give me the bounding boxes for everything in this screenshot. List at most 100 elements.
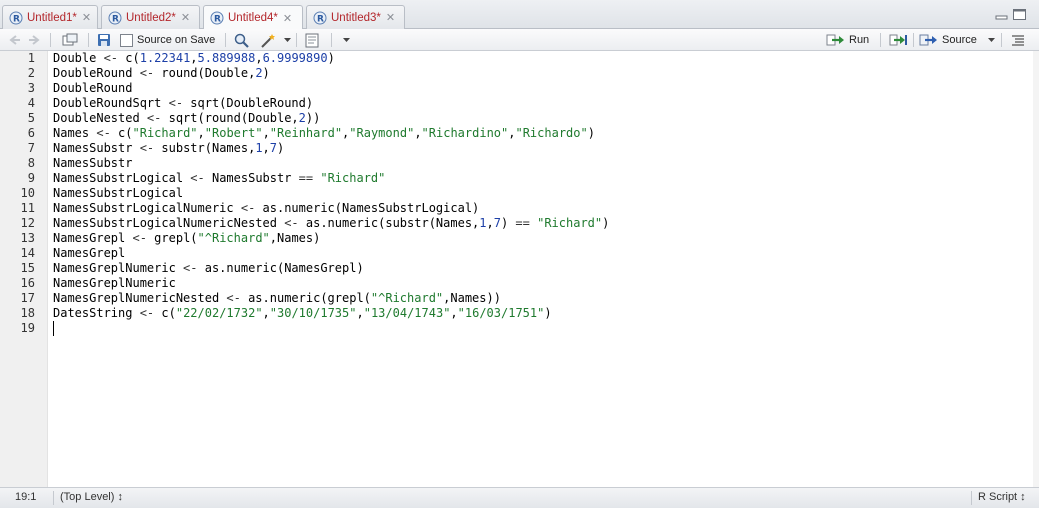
- code-token: 5.889988: [197, 51, 256, 65]
- code-token: <-: [139, 306, 162, 320]
- tab-bar: R Untitled1* ✕ R Untitled2* ✕ R Untitled…: [0, 0, 1039, 30]
- save-icon[interactable]: [97, 32, 111, 48]
- code-token: <-: [284, 216, 306, 230]
- line-number: 3: [27, 81, 35, 95]
- code-token: Double: [53, 51, 104, 65]
- r-file-icon: R: [108, 11, 122, 25]
- rerun-icon[interactable]: [889, 32, 909, 48]
- code-token: ,: [262, 126, 270, 140]
- maximize-pane-icon[interactable]: [1013, 9, 1026, 20]
- tab-untitled3[interactable]: R Untitled3* ✕: [306, 5, 405, 29]
- code-token: substr(Names,: [161, 141, 256, 155]
- code-line[interactable]: NamesSubstr <- substr(Names,1,7): [53, 141, 284, 156]
- line-number: 10: [20, 186, 35, 200]
- code-token: as.numeric(grepl(: [248, 291, 371, 305]
- line-number: 1: [27, 51, 35, 65]
- code-token: DatesString: [53, 306, 140, 320]
- code-line[interactable]: Names <- c("Richard","Robert","Reinhard"…: [53, 126, 595, 141]
- vertical-scrollbar[interactable]: [1033, 51, 1039, 487]
- code-line[interactable]: NamesGrepl: [53, 246, 125, 261]
- code-line[interactable]: DoubleNested <- sqrt(round(Double,2)): [53, 111, 320, 126]
- code-token: "^Richard": [370, 291, 444, 305]
- run-button[interactable]: Run: [826, 32, 869, 48]
- close-icon[interactable]: ✕: [283, 12, 292, 25]
- code-line[interactable]: DoubleRoundSqrt <- sqrt(DoubleRound): [53, 96, 313, 111]
- document-outline-icon[interactable]: [1011, 32, 1025, 48]
- tab-label: Untitled4*: [228, 12, 278, 24]
- scope-selector[interactable]: (Top Level) ↕: [60, 491, 123, 503]
- code-line[interactable]: NamesSubstrLogicalNumericNested <- as.nu…: [53, 216, 609, 231]
- code-line[interactable]: NamesSubstrLogicalNumeric <- as.numeric(…: [53, 201, 479, 216]
- close-icon[interactable]: ✕: [386, 11, 395, 24]
- source-on-save-label: Source on Save: [137, 34, 216, 46]
- code-token: NamesGreplNumeric: [53, 261, 184, 275]
- code-token: ): [587, 126, 595, 140]
- minimize-pane-icon[interactable]: [995, 9, 1008, 20]
- chevron-down-icon[interactable]: [988, 32, 995, 48]
- code-token: NamesSubstr: [211, 171, 299, 185]
- compile-report-icon[interactable]: [305, 32, 319, 48]
- code-token: ,Names): [269, 231, 321, 245]
- code-token: NamesGreplNumericNested: [53, 291, 227, 305]
- code-line[interactable]: Double <- c(1.22341,5.889988,6.9999890): [53, 51, 335, 66]
- code-token: "Richardino": [421, 126, 509, 140]
- code-token: DoubleRound: [53, 66, 140, 80]
- code-line[interactable]: DoubleRound <- round(Double,2): [53, 66, 270, 81]
- svg-text:R: R: [317, 14, 324, 24]
- code-token: <-: [226, 291, 249, 305]
- code-token: ,Names)): [443, 291, 501, 305]
- code-line[interactable]: DatesString <- c("22/02/1732","30/10/173…: [53, 306, 552, 321]
- code-token: DoubleRoundSqrt: [53, 96, 169, 110]
- tab-untitled1[interactable]: R Untitled1* ✕: [2, 5, 98, 29]
- back-icon[interactable]: [8, 32, 22, 48]
- line-number-gutter: 1 2 3 4 5 6 7 8 9 10 11 12 13 14 15 16 17 18 19: [0, 51, 47, 487]
- code-token: <-: [103, 51, 126, 65]
- code-token: c(: [118, 126, 133, 140]
- line-number: 6: [27, 126, 35, 140]
- show-in-window-icon[interactable]: [62, 32, 78, 48]
- code-line[interactable]: NamesSubstr: [53, 156, 132, 171]
- code-token: "Richardo": [515, 126, 588, 140]
- close-icon[interactable]: ✕: [82, 11, 91, 24]
- code-line[interactable]: NamesGrepl <- grepl("^Richard",Names): [53, 231, 320, 246]
- code-token: 1.22341: [139, 51, 191, 65]
- r-file-icon: R: [210, 11, 224, 25]
- code-line[interactable]: NamesGreplNumeric: [53, 276, 176, 291]
- code-line[interactable]: NamesGreplNumericNested <- as.numeric(gr…: [53, 291, 501, 306]
- code-token: <-: [168, 96, 191, 110]
- line-number: 15: [20, 261, 35, 275]
- source-button[interactable]: Source: [919, 32, 977, 48]
- chevron-down-icon[interactable]: [343, 32, 350, 48]
- tab-untitled4[interactable]: R Untitled4* ✕: [203, 5, 303, 30]
- code-token: ): [277, 141, 285, 155]
- code-token: ==: [515, 216, 538, 230]
- code-token: <-: [183, 261, 205, 275]
- line-number: 7: [27, 141, 35, 155]
- code-line[interactable]: NamesSubstrLogical: [53, 186, 183, 201]
- close-icon[interactable]: ✕: [181, 11, 190, 24]
- line-number: 9: [27, 171, 35, 185]
- tab-untitled2[interactable]: R Untitled2* ✕: [101, 5, 200, 29]
- code-token: ,: [190, 51, 198, 65]
- file-type-selector[interactable]: R Script ↕: [978, 491, 1026, 503]
- source-arrow-icon: [919, 34, 937, 46]
- checkbox-icon[interactable]: [120, 33, 133, 47]
- chevron-down-icon[interactable]: [284, 32, 291, 48]
- code-token: DoubleRound: [53, 81, 133, 95]
- code-token: ,: [486, 216, 494, 230]
- code-token: "30/10/1735": [269, 306, 357, 320]
- line-number: 8: [27, 156, 35, 170]
- tab-label: Untitled3*: [331, 11, 381, 24]
- code-token: NamesSubstrLogical: [53, 186, 184, 200]
- code-token: grepl(: [154, 231, 198, 245]
- forward-icon[interactable]: [27, 32, 41, 48]
- code-line[interactable]: DoubleRound: [53, 81, 132, 96]
- code-token: c(: [161, 306, 176, 320]
- code-line[interactable]: NamesGreplNumeric <- as.numeric(NamesGre…: [53, 261, 364, 276]
- code-editor[interactable]: Double <- c(1.22341,5.889988,6.9999890) D…: [47, 51, 1034, 487]
- source-on-save-checkbox[interactable]: Source on Save: [120, 32, 215, 48]
- code-token: NamesSubstrLogicalNumeric: [53, 201, 241, 215]
- search-icon[interactable]: [234, 32, 249, 48]
- code-tools-wand-icon[interactable]: [260, 32, 278, 48]
- code-line[interactable]: NamesSubstrLogical <- NamesSubstr == "Ri…: [53, 171, 385, 186]
